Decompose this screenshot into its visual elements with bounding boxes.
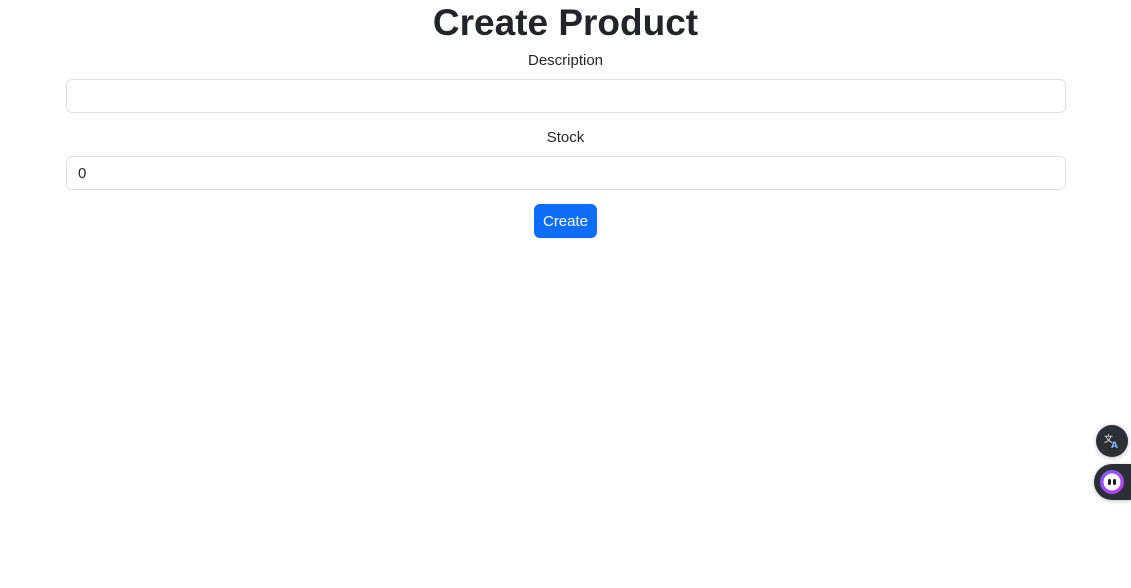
create-product-page: Create Product Description Stock Create …	[0, 0, 1131, 588]
page-title: Create Product	[432, 2, 699, 43]
stock-input[interactable]	[66, 156, 1066, 190]
create-button[interactable]: Create	[534, 204, 597, 238]
svg-text:A: A	[1111, 441, 1118, 450]
assistant-widget-button[interactable]	[1094, 464, 1131, 500]
description-input[interactable]	[66, 79, 1066, 113]
description-label: Description	[527, 52, 604, 69]
assistant-bot-icon	[1100, 470, 1124, 494]
stock-label: Stock	[546, 129, 585, 146]
translate-widget-button[interactable]: 文 A	[1096, 425, 1128, 457]
translate-icon: 文 A	[1104, 433, 1118, 450]
